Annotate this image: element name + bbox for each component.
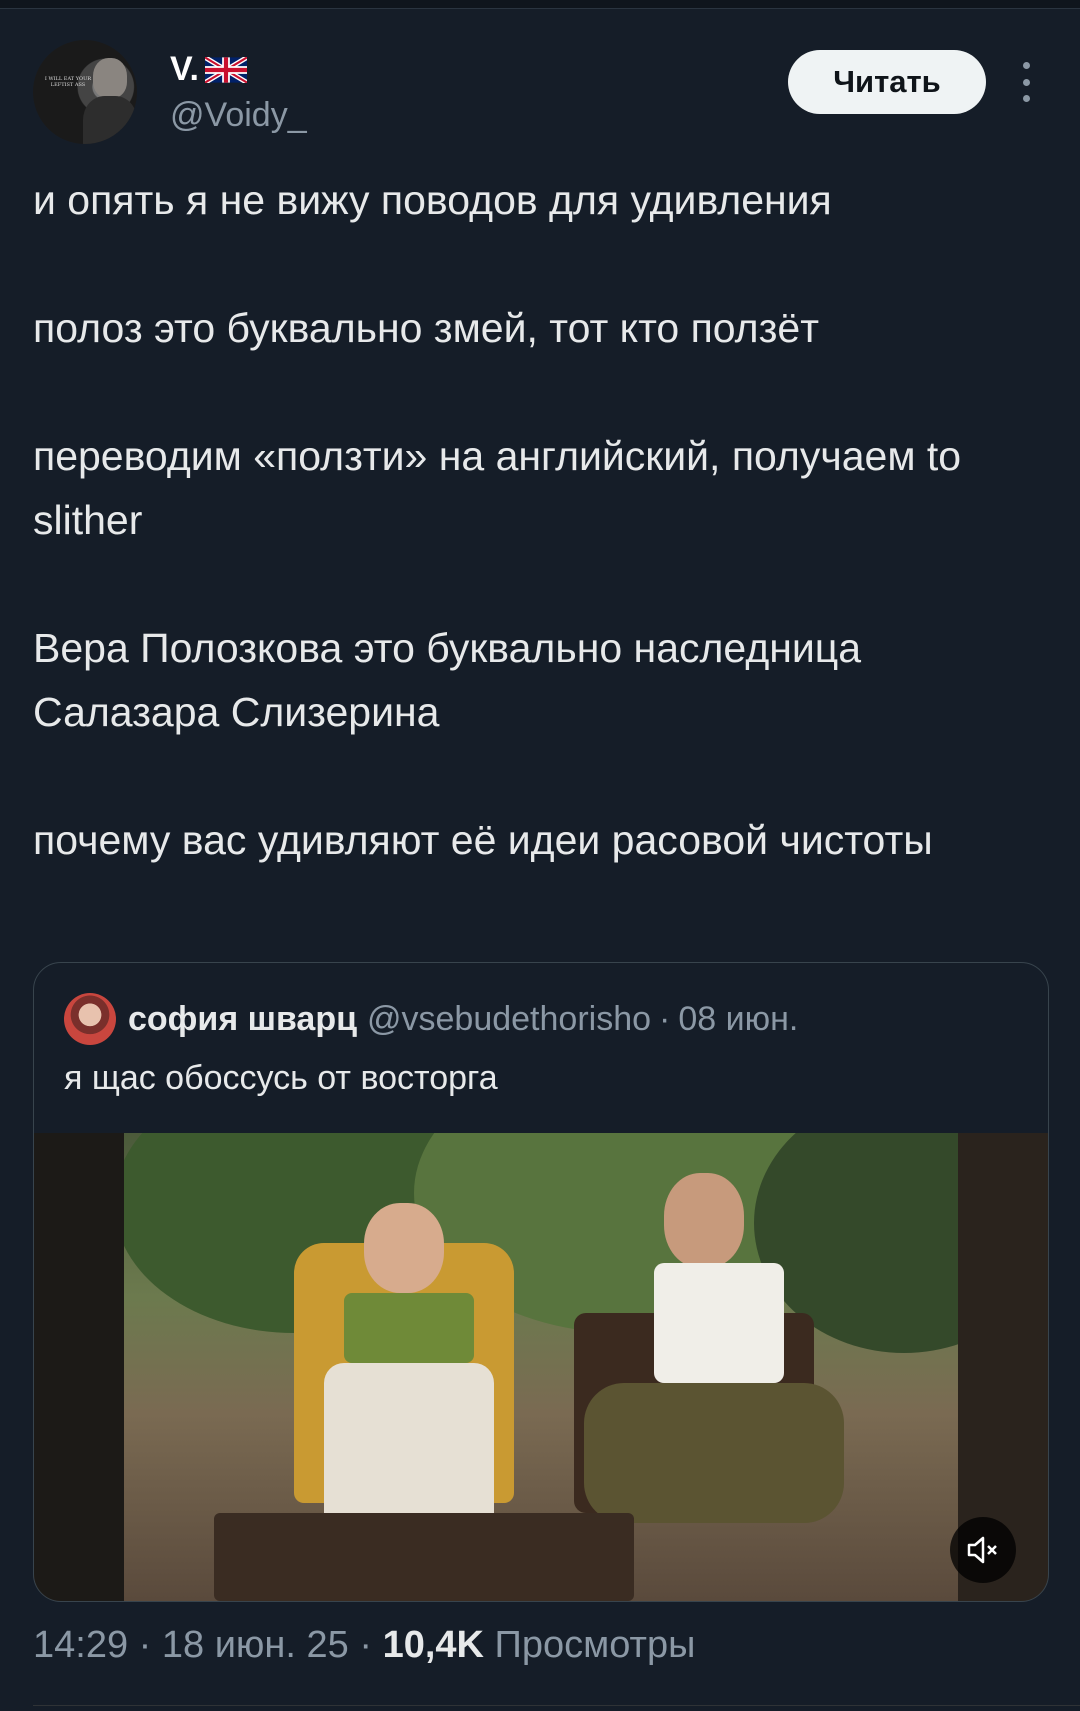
uk-flag-icon [205, 56, 248, 83]
tweet-paragraph: почему вас удивляют её идеи расовой чист… [33, 817, 933, 863]
tweet-date[interactable]: 18 июн. 25 [162, 1624, 349, 1666]
views-count[interactable]: 10,4K [383, 1624, 484, 1666]
quoted-video[interactable] [34, 1133, 1048, 1601]
video-table [214, 1513, 634, 1601]
tweet-paragraph: полоз это буквально змей, тот кто ползёт [33, 305, 819, 351]
avatar-body [83, 96, 137, 144]
follow-button[interactable]: Читать [788, 50, 986, 114]
author-name[interactable]: V. [170, 50, 248, 89]
quoted-author-handle: @vsebudethorisho [367, 999, 652, 1038]
video-person-top [654, 1263, 784, 1383]
quoted-tweet-header: софия шварц @vsebudethorisho · 08 июн. [64, 993, 798, 1045]
video-frame-left [34, 1133, 124, 1601]
separator-dot: · [659, 999, 671, 1038]
video-person-pants [584, 1383, 844, 1523]
quoted-author-name: софия шварц [128, 999, 357, 1038]
muted-speaker-icon[interactable] [950, 1517, 1016, 1583]
separator-dot: · [138, 1624, 152, 1666]
quoted-tweet-text: я щас обоссусь от восторга [64, 1059, 498, 1097]
quoted-author-avatar [64, 993, 116, 1045]
views-label[interactable]: Просмотры [495, 1624, 696, 1666]
separator-dot: · [359, 1624, 373, 1666]
tweet-header: I WILL EAT YOUR LEFTIST ASS V. @Voidy_ Ч… [0, 0, 1080, 160]
author-name-text: V. [170, 50, 200, 88]
video-person-head [664, 1173, 744, 1268]
bottom-divider [33, 1705, 1080, 1706]
tweet-paragraph: и опять я не вижу поводов для удивления [33, 177, 832, 223]
quoted-tweet[interactable]: софия шварц @vsebudethorisho · 08 июн. я… [33, 962, 1049, 1602]
tweet-time[interactable]: 14:29 [33, 1624, 128, 1666]
tweet-text: и опять я не вижу поводов для удивления … [33, 168, 1043, 872]
quoted-date: 08 июн. [678, 999, 799, 1038]
tweet-paragraph: Вера Полозкова это буквально наследница … [33, 625, 862, 735]
avatar-caption: I WILL EAT YOUR LEFTIST ASS [44, 76, 92, 88]
author-handle[interactable]: @Voidy_ [170, 96, 307, 135]
more-vertical-icon[interactable] [1018, 62, 1034, 102]
video-person-top [344, 1293, 474, 1363]
video-person-head [364, 1203, 444, 1293]
avatar-face [93, 58, 127, 98]
tweet-paragraph: переводим «ползти» на английский, получа… [33, 433, 962, 543]
tweet-footer: 14:29 · 18 июн. 25 · 10,4K Просмотры [33, 1624, 695, 1667]
author-avatar[interactable]: I WILL EAT YOUR LEFTIST ASS [33, 40, 137, 144]
